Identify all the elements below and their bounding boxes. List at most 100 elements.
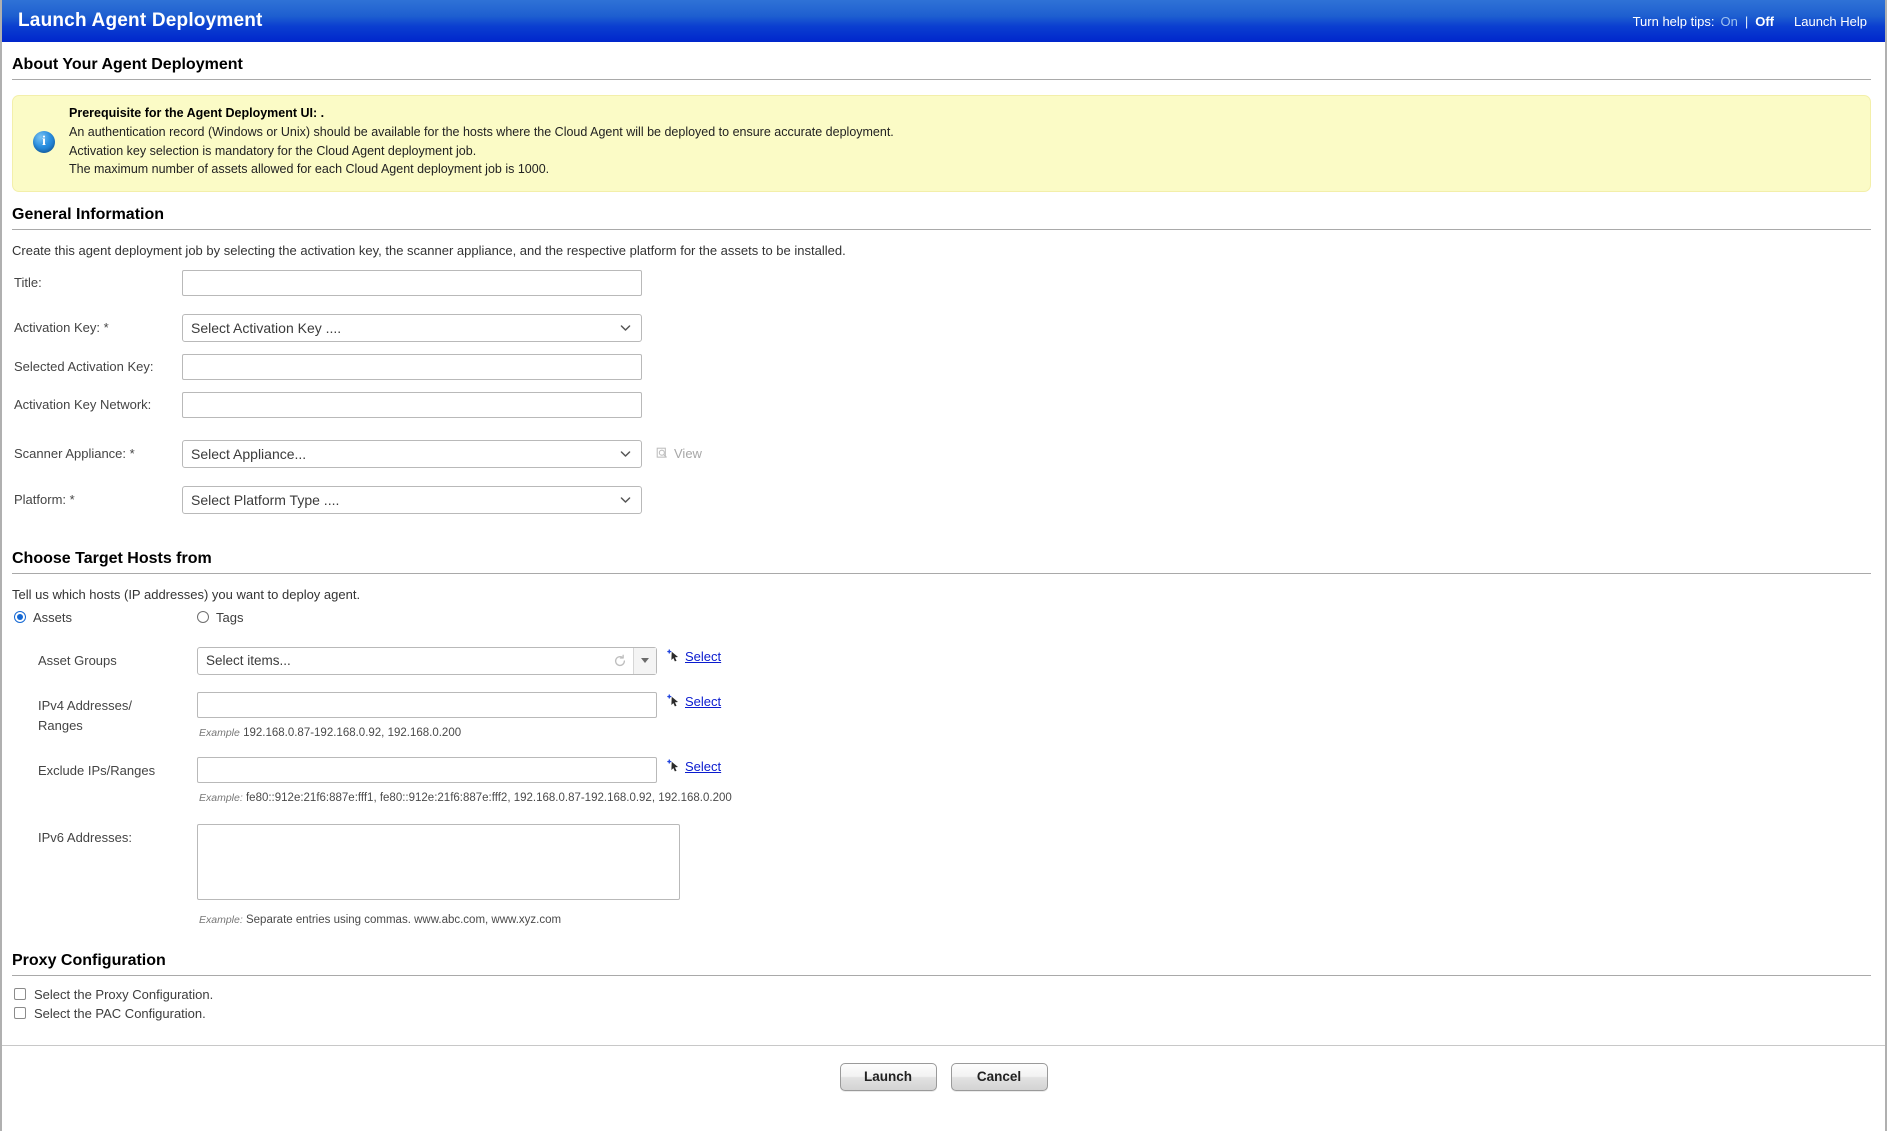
proxy-configuration-label: Select the Proxy Configuration. [34, 986, 214, 1002]
notice-title: Prerequisite for the Agent Deployment UI… [69, 106, 325, 120]
notice-line-2: Activation key selection is mandatory fo… [69, 143, 477, 158]
exclude-ips-field: Select Example: fe80::912e:21f6:887e:fff… [197, 756, 732, 804]
ipv4-label: IPv4 Addresses/ Ranges [38, 692, 197, 736]
asset-groups-label: Asset Groups [38, 652, 117, 668]
platform-select[interactable]: Select Platform Type .... [182, 485, 642, 514]
ipv6-example-text: Separate entries using commas. www.abc.c… [245, 913, 562, 926]
notice-line-1: An authentication record (Windows or Uni… [69, 125, 894, 139]
ipv4-example: Example 192.168.0.87-192.168.0.92, 192.1… [197, 718, 721, 739]
launch-agent-deployment-page: Launch Agent Deployment Turn help tips: … [0, 0, 1887, 1131]
exclude-ips-label: Exclude IPs/Ranges [38, 762, 156, 778]
pac-configuration-checkbox[interactable] [14, 1007, 26, 1019]
activation-key-label: Activation Key: * [14, 320, 109, 335]
selected-activation-key-input[interactable] [182, 353, 642, 380]
radio-tags-label: Tags [216, 609, 244, 625]
exclude-ips-example: Example: fe80::912e:21f6:887e:fff1, fe80… [197, 783, 732, 804]
general-form: Title: Activation Key: * Select Activati… [12, 268, 1871, 514]
radio-assets-icon [14, 611, 26, 623]
asset-groups-select-link[interactable]: Select [667, 647, 721, 664]
exclude-ips-row: Exclude IPs/Ranges Select Example: fe80:… [12, 756, 1871, 804]
help-tips-separator: | [1744, 13, 1749, 29]
ipv6-label: IPv6 Addresses: [38, 829, 132, 845]
title-row: Title: [12, 269, 1871, 296]
activation-key-select-value: Select Activation Key .... [191, 319, 342, 336]
refresh-icon[interactable] [613, 654, 627, 668]
ipv4-select-label: Select [685, 693, 722, 709]
general-intro-text: Create this agent deployment job by sele… [12, 242, 846, 258]
chevron-down-icon [620, 496, 631, 503]
help-tips-on-toggle[interactable]: On [1718, 14, 1739, 29]
asset-groups-select-label: Select [685, 648, 722, 664]
target-source-radio-group: Assets Tags [12, 604, 1871, 627]
launch-button[interactable]: Launch [839, 1062, 937, 1091]
about-section-divider [12, 79, 1871, 80]
pac-configuration-checkbox-row[interactable]: Select the PAC Configuration. [14, 1006, 1871, 1021]
radio-assets[interactable]: Assets [14, 610, 72, 625]
page-content: About Your Agent Deployment Prerequisite… [2, 42, 1885, 1021]
chevron-down-icon [641, 658, 649, 663]
exclude-ips-example-text: fe80::912e:21f6:887e:fff1, fe80::912e:21… [245, 791, 732, 804]
scanner-appliance-select-value: Select Appliance... [191, 445, 307, 462]
selected-activation-key-row: Selected Activation Key: [12, 353, 1871, 380]
ipv4-select-link[interactable]: Select [667, 692, 721, 709]
selected-activation-key-label: Selected Activation Key: [14, 359, 154, 374]
exclude-ips-select-label: Select [685, 758, 722, 774]
exclude-ips-input[interactable] [197, 756, 657, 783]
ipv4-example-prefix: Example [199, 726, 240, 739]
proxy-section-heading: Proxy Configuration [12, 951, 166, 969]
view-appliance-label: View [674, 446, 702, 461]
view-appliance-link[interactable]: View [656, 446, 702, 461]
radio-tags-icon [197, 611, 210, 623]
title-input[interactable] [182, 269, 642, 296]
target-hosts-section-heading: Choose Target Hosts from [12, 549, 212, 567]
asset-groups-combo[interactable]: Select items... [197, 646, 657, 675]
notice-body: Prerequisite for the Agent Deployment UI… [69, 106, 1858, 179]
ipv4-input[interactable] [197, 691, 657, 718]
asset-groups-field: Select items... Select [197, 646, 721, 675]
radio-tags[interactable]: Tags [197, 610, 243, 625]
cursor-plus-icon [667, 694, 679, 707]
asset-groups-combo-value: Select items... [206, 653, 291, 668]
notice-line-3: The maximum number of assets allowed for… [69, 162, 550, 176]
proxy-checkbox-group: Select the Proxy Configuration. Select t… [12, 976, 1871, 1021]
window-titlebar: Launch Agent Deployment Turn help tips: … [2, 0, 1885, 42]
help-tips-label: Turn help tips: [1632, 13, 1715, 29]
ipv4-example-text: 192.168.0.87-192.168.0.92, 192.168.0.200 [243, 726, 462, 739]
info-icon [33, 131, 55, 154]
activation-key-network-row: Activation Key Network: [12, 391, 1871, 418]
launch-help-link[interactable]: Launch Help [1794, 14, 1867, 29]
help-tips-off-toggle[interactable]: Off [1753, 14, 1776, 29]
ipv6-example-prefix: Example: [199, 913, 243, 926]
ipv6-field: Example: Separate entries using commas. … [197, 823, 680, 926]
ipv4-row: IPv4 Addresses/ Ranges Select Example 19… [12, 691, 1871, 739]
exclude-ips-select-link[interactable]: Select [667, 757, 721, 774]
platform-row: Platform: * Select Platform Type .... [12, 485, 1871, 514]
chevron-down-icon [620, 324, 631, 331]
activation-key-network-input[interactable] [182, 391, 642, 418]
proxy-configuration-checkbox[interactable] [14, 988, 26, 1000]
scanner-appliance-label: Scanner Appliance: * [14, 446, 135, 461]
asset-groups-row: Asset Groups Select items... Select [12, 646, 1871, 675]
cancel-button[interactable]: Cancel [950, 1062, 1048, 1091]
ipv6-example: Example: Separate entries using commas. … [197, 903, 680, 926]
pac-configuration-label: Select the PAC Configuration. [34, 1005, 206, 1021]
proxy-configuration-checkbox-row[interactable]: Select the Proxy Configuration. [14, 987, 1871, 1002]
activation-key-network-label: Activation Key Network: [14, 397, 152, 412]
activation-key-select[interactable]: Select Activation Key .... [182, 313, 642, 342]
asset-groups-dropdown-button[interactable] [633, 647, 656, 674]
platform-select-value: Select Platform Type .... [191, 491, 340, 508]
platform-label: Platform: * [14, 492, 75, 507]
ipv6-textarea[interactable] [197, 823, 680, 900]
magnifier-icon [656, 447, 667, 458]
activation-key-row: Activation Key: * Select Activation Key … [12, 313, 1871, 342]
ipv4-label-line1: IPv4 Addresses/ [38, 697, 132, 713]
about-section-heading: About Your Agent Deployment [12, 56, 243, 73]
exclude-ips-example-prefix: Example: [199, 791, 243, 804]
scanner-appliance-row: Scanner Appliance: * Select Appliance...… [12, 439, 1871, 468]
scanner-appliance-select[interactable]: Select Appliance... [182, 439, 642, 468]
cursor-plus-icon [667, 759, 679, 772]
general-section-heading: General Information [12, 205, 165, 223]
title-label: Title: [14, 275, 42, 290]
ipv6-row: IPv6 Addresses: Example: Separate entrie… [12, 823, 1871, 926]
radio-assets-label: Assets [33, 609, 73, 625]
